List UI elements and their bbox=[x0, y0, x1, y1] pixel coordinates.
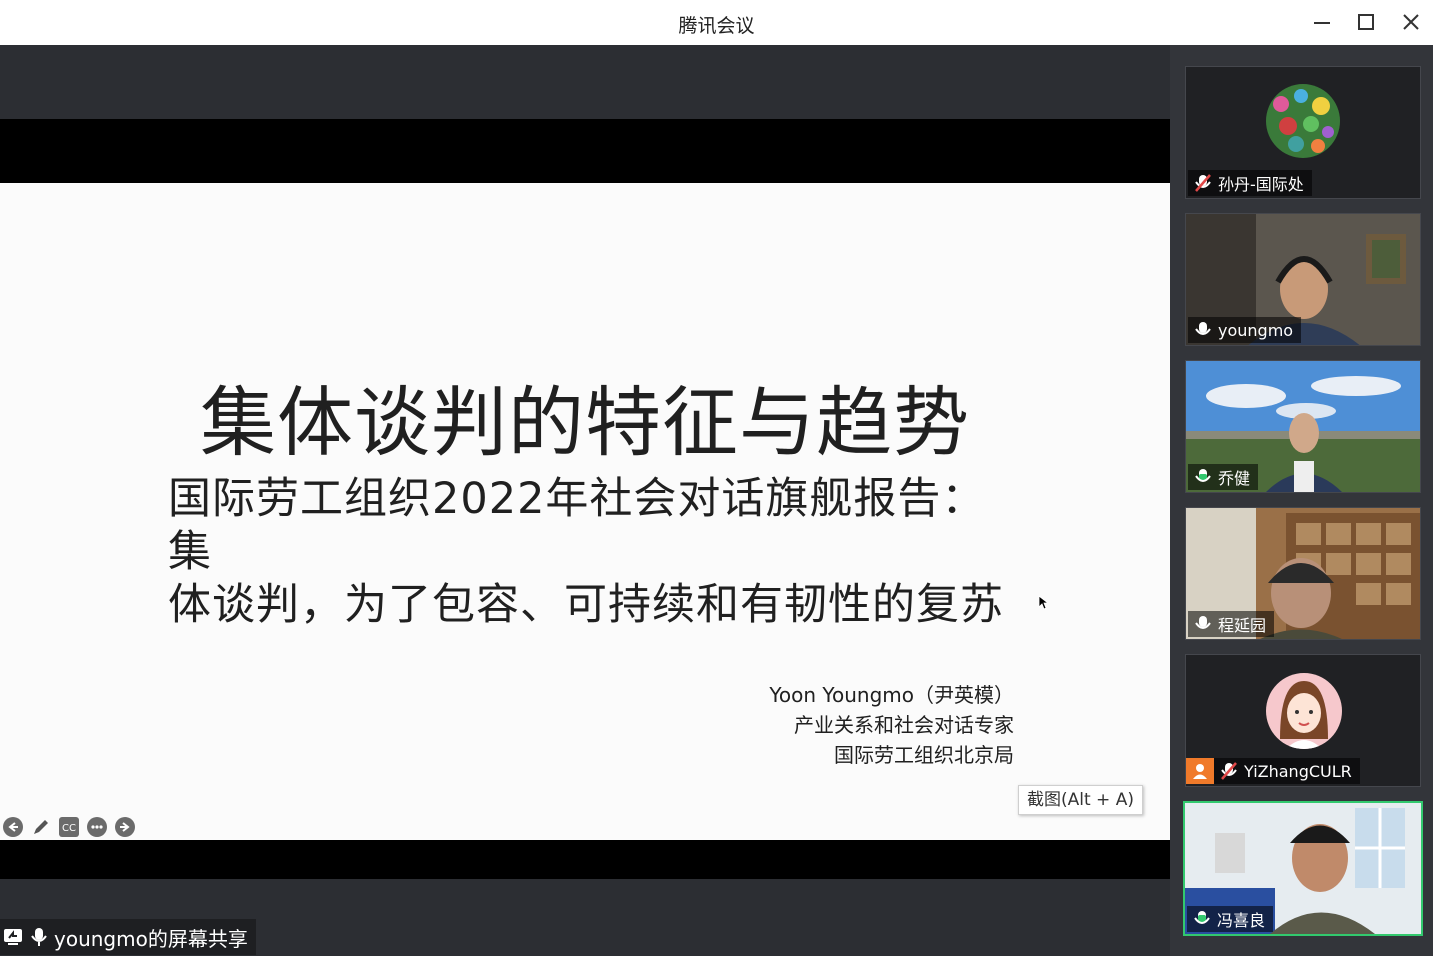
participant-name: youngmo bbox=[1218, 320, 1294, 340]
participant-name: YiZhangCULR bbox=[1244, 761, 1352, 781]
mic-muted-icon bbox=[1195, 174, 1211, 192]
participant-name-tag: 冯喜良 bbox=[1187, 906, 1274, 932]
avatar bbox=[1266, 84, 1340, 158]
more-icon[interactable] bbox=[87, 817, 107, 837]
pen-icon[interactable] bbox=[31, 817, 51, 837]
mic-active-icon bbox=[1195, 469, 1211, 482]
participant-tile[interactable]: youngmo bbox=[1185, 213, 1421, 346]
participant-name-tag: 孙丹-国际处 bbox=[1188, 170, 1312, 196]
slide-author-block: Yoon Youngmo（尹英模） 产业关系和社会对话专家 国际劳工组织北京局 bbox=[769, 680, 1014, 770]
screenshot-hint[interactable]: 截图(Alt + A) bbox=[1018, 785, 1143, 815]
participant-name: 冯喜良 bbox=[1217, 911, 1266, 930]
window-title: 腾讯会议 bbox=[678, 15, 755, 37]
author-role: 产业关系和社会对话专家 bbox=[794, 713, 1014, 737]
next-icon[interactable] bbox=[115, 817, 135, 837]
mic-muted-icon bbox=[1221, 762, 1237, 780]
screen-share-label: youngmo的屏幕共享 bbox=[0, 919, 256, 955]
letterbox-top bbox=[0, 119, 1170, 183]
presentation-slide: 集体谈判的特征与趋势 国际劳工组织2022年社会对话旗舰报告：集 体谈判，为了包… bbox=[0, 183, 1170, 840]
mic-icon bbox=[31, 928, 47, 946]
mic-icon bbox=[1195, 616, 1211, 629]
screen-share-label-text: youngmo的屏幕共享 bbox=[54, 926, 248, 951]
close-icon[interactable] bbox=[1399, 10, 1423, 34]
avatar bbox=[1266, 673, 1342, 749]
slide-subtitle-line1: 国际劳工组织2022年社会对话旗舰报告：集 bbox=[168, 474, 986, 577]
slide-toolbar: CC bbox=[3, 817, 135, 837]
slide-subtitle: 国际劳工组织2022年社会对话旗舰报告：集 体谈判，为了包容、可持续和有韧性的复… bbox=[168, 473, 1018, 632]
participant-name: 乔健 bbox=[1218, 469, 1251, 488]
participant-name-tag: YiZhangCULR bbox=[1186, 758, 1360, 784]
maximize-icon[interactable] bbox=[1354, 10, 1378, 34]
svg-text:CC: CC bbox=[62, 823, 76, 834]
participant-tile-active[interactable]: 冯喜良 bbox=[1183, 801, 1423, 936]
slide-subtitle-line2: 体谈判，为了包容、可持续和有韧性的复苏 bbox=[168, 580, 1004, 630]
letterbox-bottom bbox=[0, 840, 1170, 879]
author-org: 国际劳工组织北京局 bbox=[834, 743, 1014, 767]
participant-sidebar: 孙丹-国际处 youngmo 乔健 程延园 YiZhangCULR 冯喜良 bbox=[1170, 45, 1433, 956]
mouse-cursor-icon bbox=[1038, 595, 1050, 610]
title-bar: 腾讯会议 bbox=[0, 0, 1433, 45]
mic-active-icon bbox=[1194, 911, 1210, 924]
participant-name-tag: 程延园 bbox=[1188, 611, 1275, 637]
screen-share-icon bbox=[4, 929, 22, 945]
participant-tile[interactable]: 程延园 bbox=[1185, 507, 1421, 640]
user-avatar-icon bbox=[1186, 758, 1214, 784]
author-name: Yoon Youngmo（尹英模） bbox=[769, 683, 1014, 707]
participant-name: 孙丹-国际处 bbox=[1218, 175, 1304, 194]
participant-name-tag: 乔健 bbox=[1188, 464, 1259, 490]
slide-title: 集体谈判的特征与趋势 bbox=[200, 378, 970, 467]
participant-tile[interactable]: YiZhangCULR bbox=[1185, 654, 1421, 787]
participant-tile[interactable]: 乔健 bbox=[1185, 360, 1421, 493]
participant-tile[interactable]: 孙丹-国际处 bbox=[1185, 66, 1421, 199]
minimize-icon[interactable] bbox=[1310, 10, 1334, 34]
prev-icon[interactable] bbox=[3, 817, 23, 837]
mic-icon bbox=[1195, 322, 1211, 335]
participant-name: 程延园 bbox=[1218, 616, 1267, 635]
cc-icon[interactable]: CC bbox=[59, 817, 79, 837]
participant-name-tag: youngmo bbox=[1188, 317, 1302, 343]
